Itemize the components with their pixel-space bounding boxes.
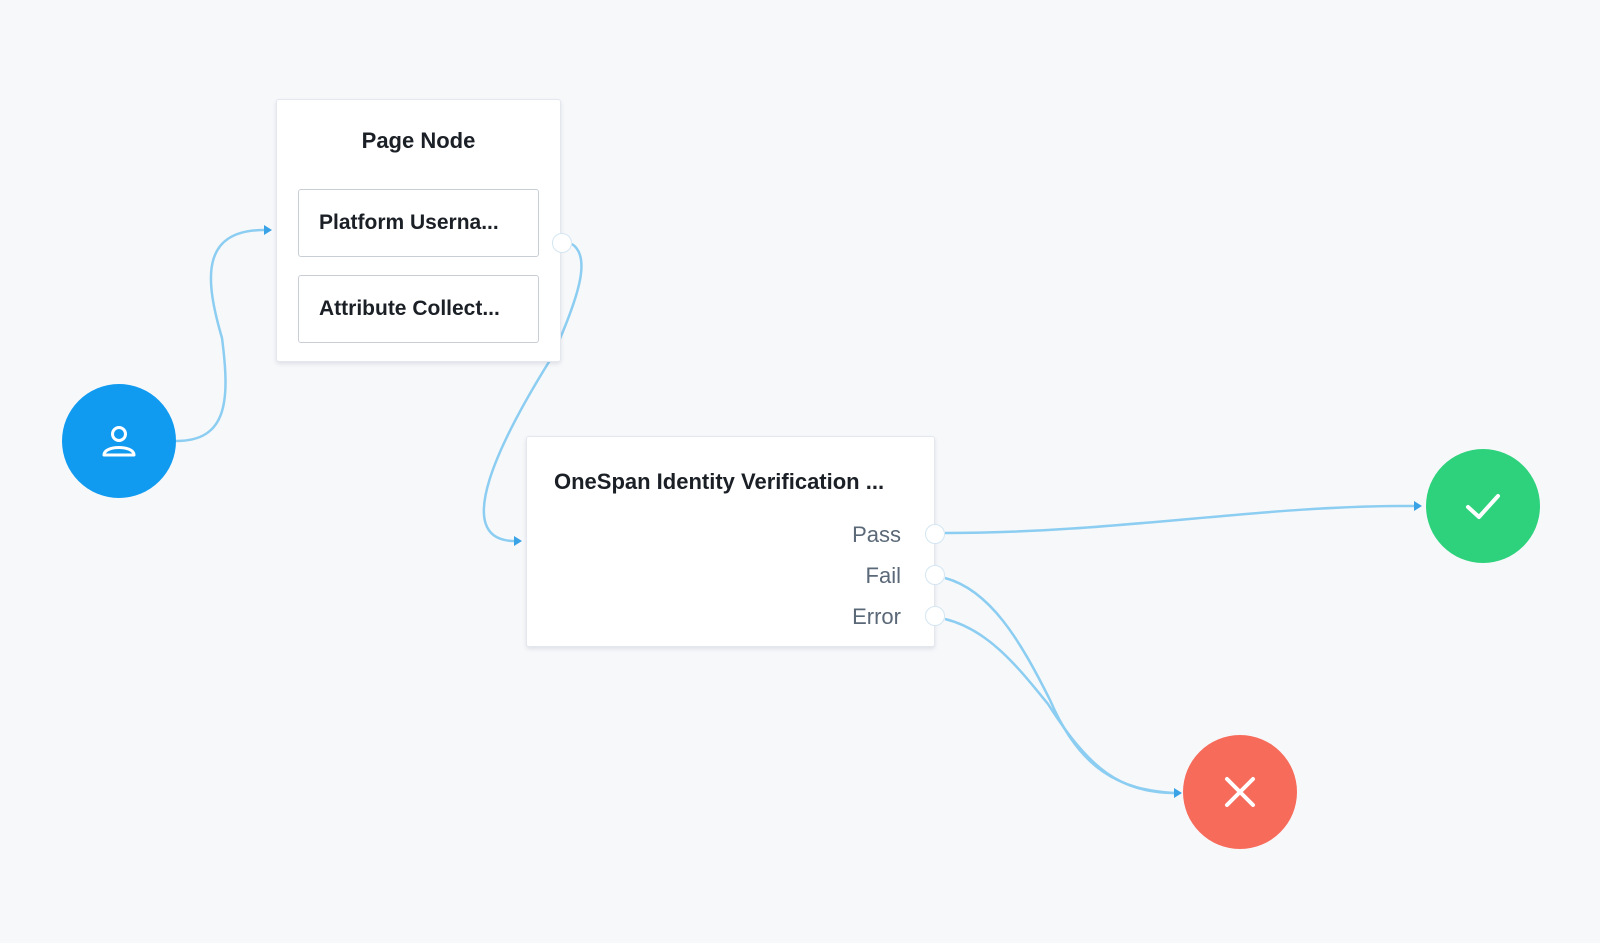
edge-start-to-page-node[interactable]: [175, 228, 265, 443]
close-icon: [1225, 777, 1255, 807]
outcome-pass-port[interactable]: [925, 524, 945, 544]
edge-fail-to-failure[interactable]: [944, 576, 1175, 795]
failure-node[interactable]: [1183, 735, 1297, 849]
page-node[interactable]: Page Node Platform Userna... Attribute C…: [276, 99, 561, 362]
outcome-fail-label: Fail: [865, 563, 901, 588]
outcome-error-port[interactable]: [925, 606, 945, 626]
edge-start-arrow: [264, 225, 272, 235]
child-node-platform-username[interactable]: Platform Userna...: [298, 189, 539, 257]
outcome-fail-port[interactable]: [925, 565, 945, 585]
check-icon: [1466, 494, 1500, 519]
edge-failure-arrow: [1174, 788, 1182, 798]
outcome-error-label: Error: [852, 604, 901, 629]
page-node-title: Page Node: [361, 128, 476, 153]
edge-page-node-arrow: [514, 536, 522, 546]
edge-error-to-failure[interactable]: [944, 617, 1175, 795]
onespan-node-title: OneSpan Identity Verification ...: [554, 469, 885, 494]
success-node[interactable]: [1426, 449, 1540, 563]
outcome-pass-label: Pass: [852, 522, 901, 547]
journey-canvas[interactable]: Page Node Platform Userna... Attribute C…: [0, 0, 1600, 943]
edge-pass-to-success[interactable]: [944, 504, 1415, 535]
page-node-outcome-port[interactable]: [552, 233, 572, 253]
child-node-attribute-collector[interactable]: Attribute Collect...: [298, 275, 539, 343]
edge-pass-arrow: [1414, 501, 1422, 511]
onespan-identity-verification-node[interactable]: OneSpan Identity Verification ... Pass F…: [526, 436, 935, 647]
user-icon: [102, 426, 136, 457]
start-node[interactable]: [62, 384, 176, 498]
